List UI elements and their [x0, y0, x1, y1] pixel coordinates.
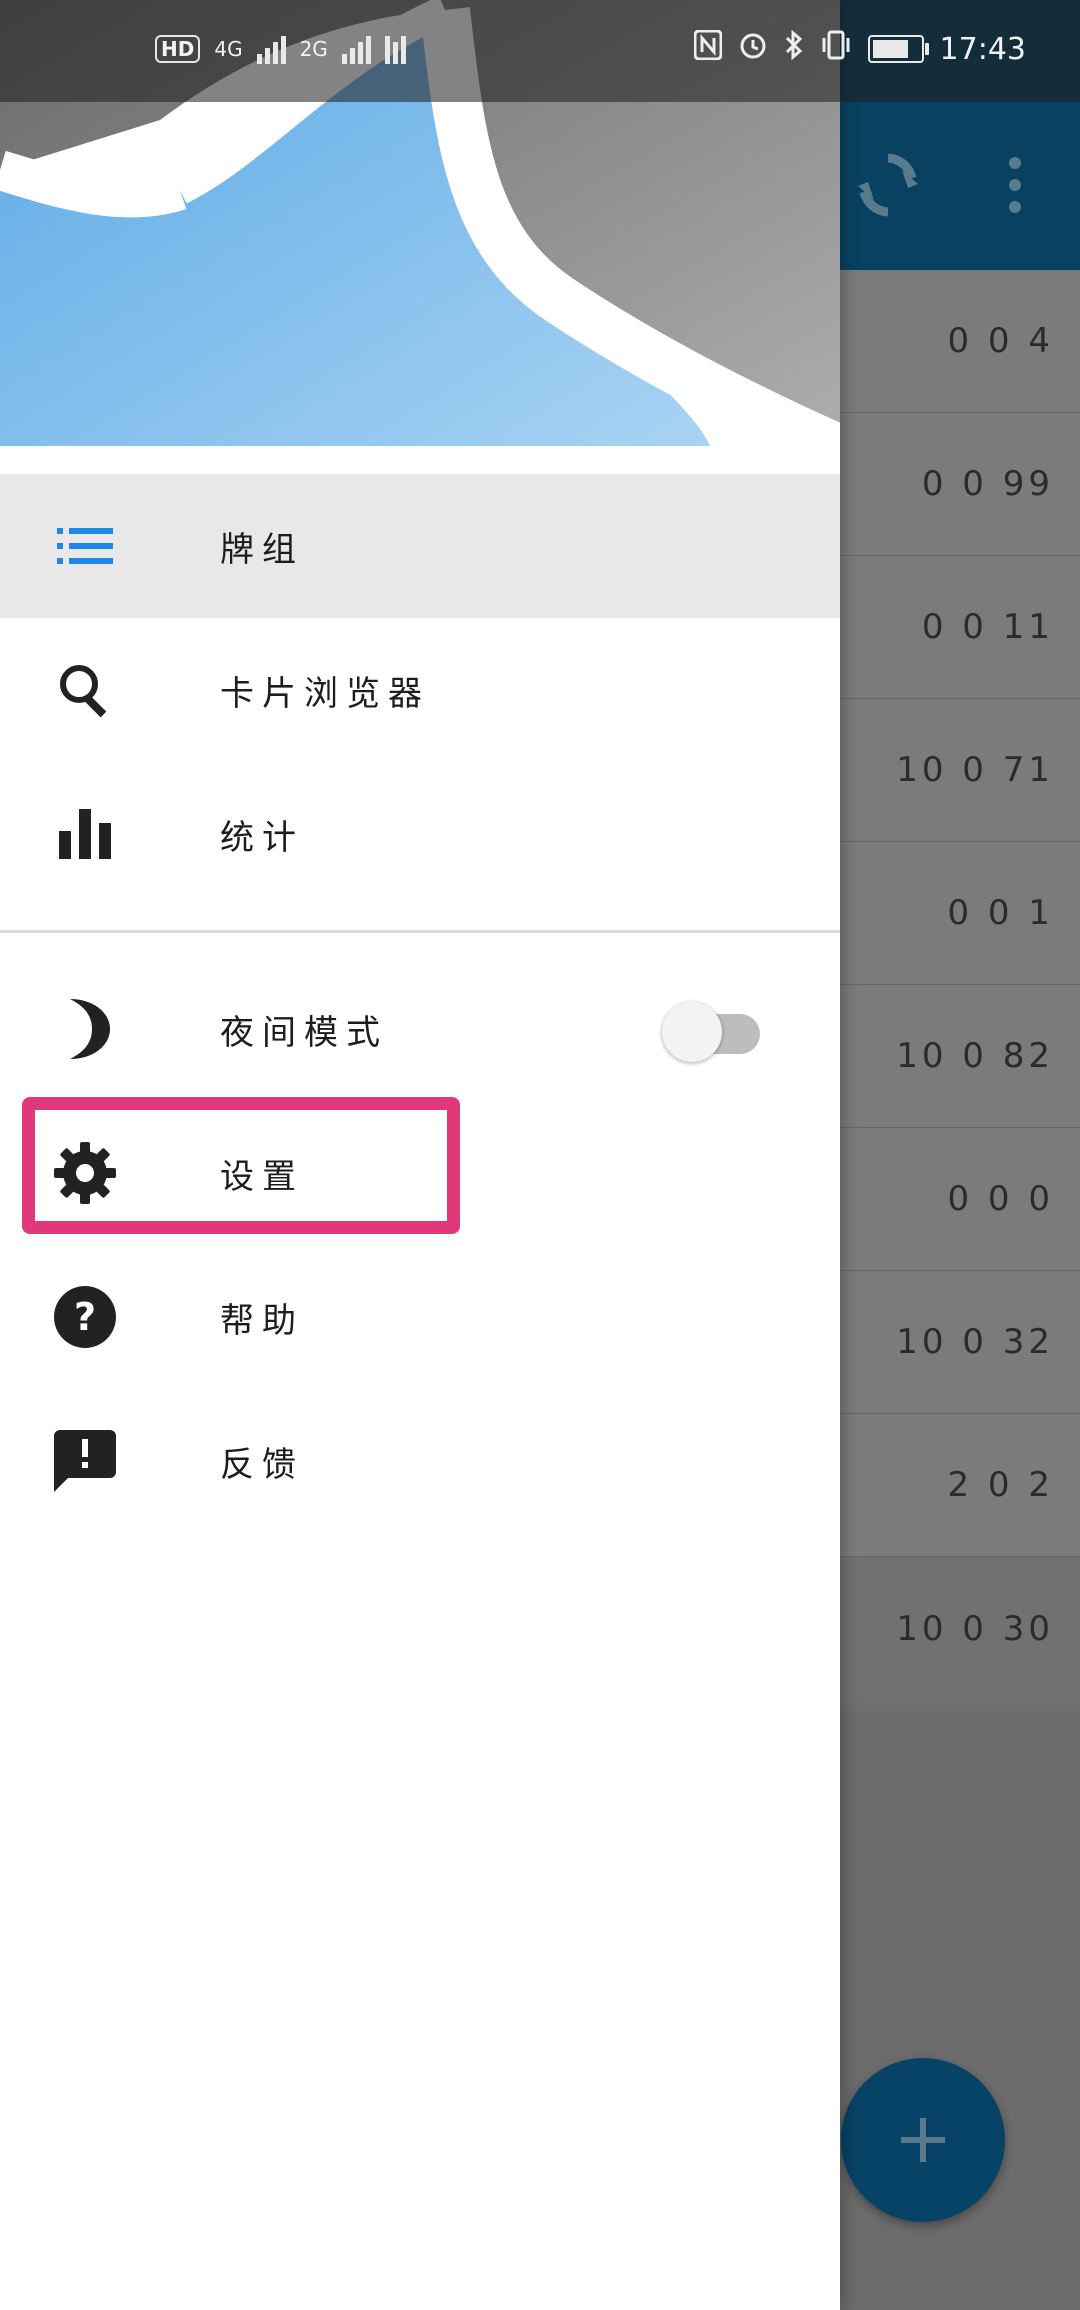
moon-icon: [50, 994, 120, 1064]
more-options-icon[interactable]: [1000, 150, 1030, 220]
nav-item-card-browser[interactable]: 卡片浏览器: [0, 618, 840, 762]
deck-row[interactable]: 2 0 2: [840, 1414, 1080, 1557]
deck-counts: 10 0 71: [896, 750, 1054, 790]
battery-icon: [867, 35, 929, 63]
status-left: HD 4G 2G: [155, 34, 406, 64]
deck-row[interactable]: 0 0 99: [840, 413, 1080, 556]
drawer-divider: [0, 930, 840, 933]
toggle-knob: [662, 1002, 722, 1062]
status-time: 17:43: [939, 31, 1026, 67]
deck-counts: 10 0 32: [896, 1322, 1054, 1362]
deck-row[interactable]: 0 0 4: [840, 270, 1080, 413]
sync-icon[interactable]: [858, 140, 918, 230]
nav-item-statistics[interactable]: 统计: [0, 762, 840, 906]
nav-item-label: 统计: [220, 817, 304, 858]
nav-item-decks[interactable]: 牌组: [0, 474, 840, 618]
list-icon: [50, 511, 120, 581]
nav-item-help[interactable]: ? 帮助: [0, 1245, 840, 1389]
wifi-icon: [384, 34, 406, 64]
deck-row[interactable]: 10 0 71: [840, 699, 1080, 842]
deck-counts: 0 0 4: [947, 321, 1054, 361]
settings-highlight-box: [22, 1097, 460, 1234]
deck-list: 0 0 4 0 0 99 0 0 11 10 0 71 0 0 1 10 0 8…: [840, 270, 1080, 1700]
nav-item-label: 反馈: [220, 1444, 304, 1485]
deck-counts: 0 0 1: [947, 893, 1054, 933]
nav-item-label: 帮助: [220, 1300, 304, 1341]
plus-icon: [901, 2118, 945, 2162]
nav-item-label: 卡片浏览器: [220, 673, 430, 714]
vibrate-icon: [820, 30, 852, 68]
network-2g-label: 2G: [299, 37, 328, 61]
deck-row[interactable]: 10 0 82: [840, 985, 1080, 1128]
empty-area: [840, 1711, 1080, 2310]
deck-counts: 10 0 82: [896, 1036, 1054, 1076]
night-mode-toggle[interactable]: [662, 1000, 762, 1062]
signal-icon: [256, 34, 286, 64]
network-4g-label: 4G: [214, 37, 243, 61]
alarm-icon: [738, 30, 768, 68]
nfc-icon: [693, 29, 723, 68]
deck-counts: 2 0 2: [947, 1465, 1054, 1505]
deck-row[interactable]: 10 0 30: [840, 1557, 1080, 1700]
help-icon: ?: [50, 1282, 120, 1352]
signal-icon: [341, 34, 371, 64]
status-right: 17:43: [693, 29, 1026, 68]
hd-badge: HD: [155, 35, 201, 63]
deck-row[interactable]: 0 0 0: [840, 1128, 1080, 1271]
nav-item-feedback[interactable]: 反馈: [0, 1389, 840, 1533]
add-deck-fab[interactable]: [841, 2058, 1005, 2222]
svg-text:?: ?: [74, 1295, 96, 1339]
search-icon: [50, 655, 120, 725]
status-bar: HD 4G 2G 17:43: [0, 0, 1080, 102]
deck-counts: 0 0 11: [921, 607, 1054, 647]
deck-row[interactable]: 10 0 32: [840, 1271, 1080, 1414]
deck-counts: 0 0 0: [947, 1179, 1054, 1219]
deck-counts: 0 0 99: [921, 464, 1054, 504]
battery-fill: [872, 40, 908, 58]
deck-row[interactable]: 0 0 11: [840, 556, 1080, 699]
bar-chart-icon: [50, 799, 120, 869]
nav-item-label: 夜间模式: [220, 1012, 388, 1053]
feedback-icon: [50, 1426, 120, 1496]
nav-item-label: 牌组: [220, 529, 304, 570]
bluetooth-icon: [784, 29, 804, 68]
deck-counts: 10 0 30: [896, 1608, 1054, 1649]
navigation-drawer: 牌组 卡片浏览器 统计 夜间模式 设置 ? 帮助 反馈: [0, 0, 840, 2310]
deck-row[interactable]: 0 0 1: [840, 842, 1080, 985]
